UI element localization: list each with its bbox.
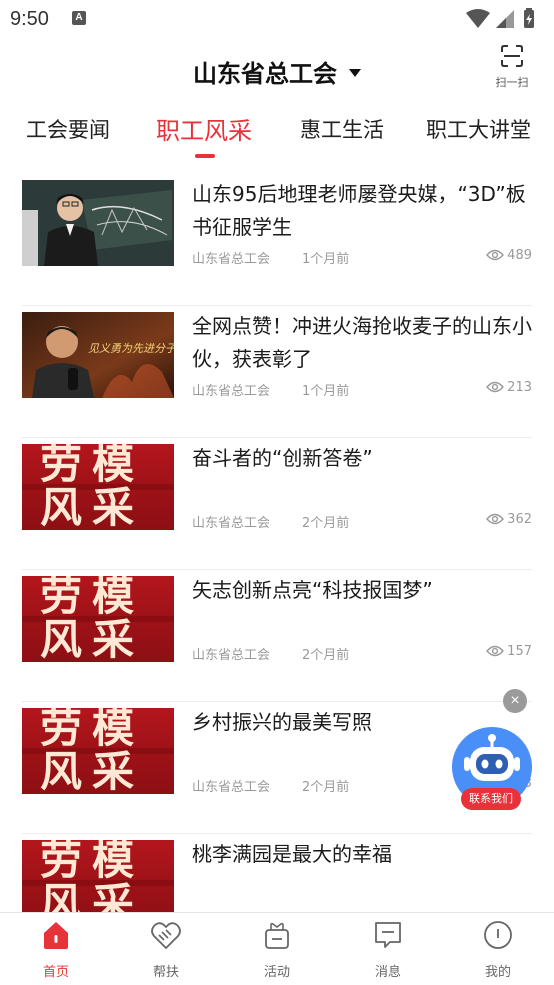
news-item[interactable]: 见义勇为先进分子 全网点赞！冲进火海抢收麦子的山东小伙，获表彰了 山东省总工会 … bbox=[22, 306, 532, 438]
view-count-value: 489 bbox=[507, 248, 532, 263]
news-time: 1个月前 bbox=[302, 252, 350, 267]
hero-photo: 见义勇为先进分子 bbox=[22, 312, 174, 398]
contact-us-label[interactable]: 联系我们 bbox=[461, 788, 521, 810]
news-time: 2个月前 bbox=[302, 516, 350, 531]
message-icon bbox=[375, 922, 401, 948]
nav-label: 帮扶 bbox=[152, 965, 179, 980]
banner-line-1: 劳模 bbox=[40, 840, 145, 884]
banner-line-1: 劳模 bbox=[40, 576, 145, 620]
tab-news[interactable]: 工会要闻 bbox=[26, 114, 110, 144]
news-source: 山东省总工会 bbox=[192, 252, 271, 267]
wifi-icon bbox=[466, 9, 490, 28]
banner-line-2: 风采 bbox=[40, 747, 145, 794]
news-item[interactable]: 劳模 风采 奋斗者的“创新答卷” 山东省总工会 2个月前 362 bbox=[22, 438, 532, 570]
news-thumbnail: 劳模 风采 bbox=[22, 576, 174, 662]
news-thumbnail: 劳模 风采 bbox=[22, 444, 174, 530]
model-banner: 劳模 风采 bbox=[22, 444, 174, 530]
scan-icon bbox=[501, 45, 523, 67]
notification-icon: A bbox=[72, 11, 86, 25]
org-selector[interactable]: 山东省总工会 bbox=[0, 54, 554, 89]
banner-line-1: 劳模 bbox=[40, 444, 145, 488]
bottom-nav: 首页 帮扶 活动 消息 我的 bbox=[0, 912, 554, 985]
scan-label: 扫一扫 bbox=[495, 76, 529, 89]
status-time: 9:50 bbox=[10, 8, 49, 30]
nav-label: 活动 bbox=[263, 965, 290, 980]
news-source: 山东省总工会 bbox=[192, 648, 271, 663]
news-thumbnail: 劳模 风采 bbox=[22, 708, 174, 794]
view-count: 157 bbox=[486, 644, 532, 659]
view-count-value: 213 bbox=[507, 380, 532, 395]
close-float-button[interactable]: × bbox=[503, 689, 527, 713]
thumb-caption: 见义勇为先进分子 bbox=[88, 342, 174, 355]
news-source: 山东省总工会 bbox=[192, 516, 271, 531]
status-indicators-icon bbox=[466, 8, 534, 28]
model-banner: 劳模 风采 bbox=[22, 576, 174, 662]
view-count: 213 bbox=[486, 380, 532, 395]
category-tabs: 工会要闻 职工风采 惠工生活 职工大讲堂 bbox=[0, 108, 554, 166]
news-title: 山东95后地理老师屡登央媒，“3D”板书征服学生 bbox=[192, 182, 526, 239]
eye-icon bbox=[486, 381, 505, 393]
model-banner: 劳模 风采 bbox=[22, 708, 174, 794]
caret-down-icon bbox=[349, 69, 361, 77]
news-title: 奋斗者的“创新答卷” bbox=[192, 446, 373, 470]
banner-line-1: 劳模 bbox=[40, 708, 145, 752]
news-thumbnail: 见义勇为先进分子 bbox=[22, 312, 174, 398]
tab-lecture[interactable]: 职工大讲堂 bbox=[426, 114, 531, 144]
tab-worker-style[interactable]: 职工风采 bbox=[156, 111, 252, 146]
status-bar: 9:50 A bbox=[0, 0, 554, 38]
nav-messages[interactable]: 消息 bbox=[348, 919, 428, 980]
news-time: 1个月前 bbox=[302, 384, 350, 399]
eye-icon bbox=[486, 513, 505, 525]
news-time: 2个月前 bbox=[302, 648, 350, 663]
teacher-photo bbox=[22, 180, 174, 266]
news-title: 桃李满园是最大的幸福 bbox=[192, 842, 392, 866]
eye-icon bbox=[486, 645, 505, 657]
eye-icon bbox=[486, 249, 505, 261]
news-title: 全网点赞！冲进火海抢收麦子的山东小伙，获表彰了 bbox=[192, 314, 532, 371]
view-count-value: 362 bbox=[507, 512, 532, 527]
nav-label: 消息 bbox=[374, 965, 401, 980]
view-count: 489 bbox=[486, 248, 532, 263]
news-item[interactable]: 山东95后地理老师屡登央媒，“3D”板书征服学生 山东省总工会 1个月前 489 bbox=[22, 174, 532, 306]
app-header: 山东省总工会 扫一扫 bbox=[0, 38, 554, 102]
view-count: 362 bbox=[486, 512, 532, 527]
news-source: 山东省总工会 bbox=[192, 780, 271, 795]
news-item[interactable]: 劳模 风采 矢志创新点亮“科技报国梦” 山东省总工会 2个月前 157 bbox=[22, 570, 532, 702]
org-title: 山东省总工会 bbox=[193, 60, 337, 88]
nav-activity[interactable]: 活动 bbox=[237, 919, 317, 980]
nav-help[interactable]: 帮扶 bbox=[126, 919, 206, 980]
tab-indicator bbox=[195, 154, 215, 158]
nav-label: 首页 bbox=[42, 965, 69, 980]
profile-icon bbox=[484, 921, 512, 949]
nav-home[interactable]: 首页 bbox=[16, 919, 96, 980]
tab-life[interactable]: 惠工生活 bbox=[300, 114, 384, 144]
news-thumbnail bbox=[22, 180, 174, 266]
home-icon bbox=[44, 922, 68, 949]
scan-button[interactable]: 扫一扫 bbox=[488, 44, 536, 90]
news-source: 山东省总工会 bbox=[192, 384, 271, 399]
banner-line-2: 风采 bbox=[40, 615, 145, 662]
gift-icon bbox=[265, 922, 289, 949]
nav-profile[interactable]: 我的 bbox=[458, 919, 538, 980]
news-title: 矢志创新点亮“科技报国梦” bbox=[192, 578, 433, 602]
handshake-icon bbox=[151, 922, 181, 950]
news-time: 2个月前 bbox=[302, 780, 350, 795]
view-count-value: 157 bbox=[507, 644, 532, 659]
banner-line-2: 风采 bbox=[40, 483, 145, 530]
nav-label: 我的 bbox=[484, 965, 511, 980]
